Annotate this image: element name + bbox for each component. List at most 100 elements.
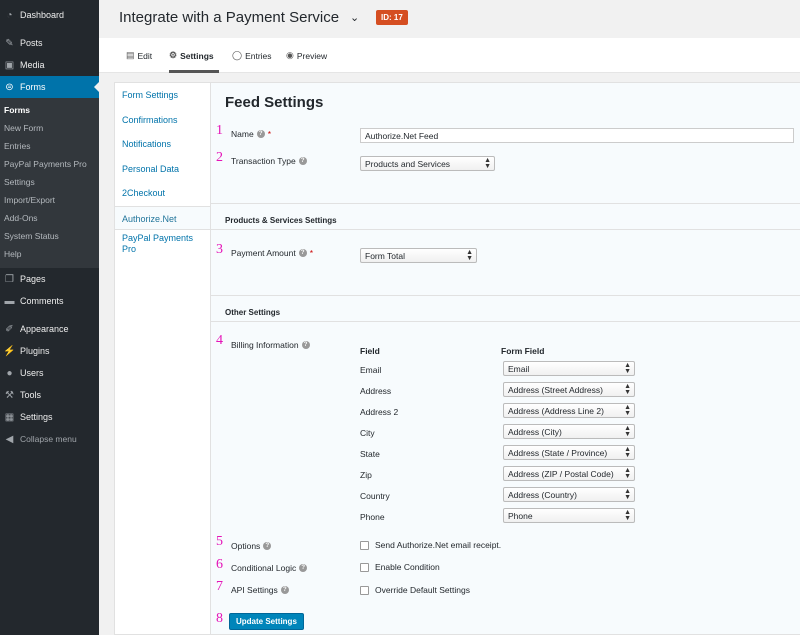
required-mark: * xyxy=(267,129,271,139)
section-other-settings: Other Settings xyxy=(225,308,281,317)
menu-tools[interactable]: ⚒ Tools xyxy=(0,384,99,406)
column-field: Field xyxy=(360,346,380,356)
required-mark: * xyxy=(309,248,314,258)
forms-icon: ⊜ xyxy=(5,81,14,93)
select-arrows-icon: ▲ ▼ xyxy=(624,509,631,522)
transaction-type-select[interactable]: Products and Services ▲ ▼ xyxy=(360,156,495,171)
billing-select-city[interactable]: Address (City) ▲ ▼ xyxy=(503,424,635,439)
submenu-help[interactable]: Help xyxy=(0,245,99,263)
chevron-down-icon[interactable]: ⌄ xyxy=(350,11,359,24)
select-arrows-icon: ▲ ▼ xyxy=(624,425,631,438)
billing-select-country[interactable]: Address (Country) ▲ ▼ xyxy=(503,487,635,502)
enable-condition-checkbox[interactable] xyxy=(360,562,369,572)
billing-select-email[interactable]: Email ▲ ▼ xyxy=(503,361,635,376)
nav-authorize-net[interactable]: Authorize.Net xyxy=(115,205,211,230)
help-icon[interactable]: ? xyxy=(301,341,310,349)
nav-form-settings[interactable]: Form Settings xyxy=(115,83,210,108)
transaction-type-label: Transaction Type? xyxy=(231,156,307,166)
menu-dashboard[interactable]: ◔ Dashboard xyxy=(0,4,99,26)
billing-select-state[interactable]: Address (State / Province) ▲ ▼ xyxy=(503,445,635,460)
menu-pages[interactable]: ❐ Pages xyxy=(0,268,99,290)
help-icon[interactable]: ? xyxy=(298,249,307,257)
gear-icon: ⚙ xyxy=(169,50,178,60)
wrench-icon: ⚒ xyxy=(5,389,14,401)
submenu-system-status[interactable]: System Status xyxy=(0,227,99,245)
help-icon[interactable]: ? xyxy=(263,542,272,550)
media-icon: ▣ xyxy=(4,59,15,71)
billing-select-phone[interactable]: Phone ▲ ▼ xyxy=(503,508,635,523)
menu-users[interactable]: ● Users xyxy=(0,362,99,384)
submenu-forms[interactable]: Forms xyxy=(0,101,99,119)
column-form-field: Form Field xyxy=(501,346,545,356)
billing-select-address[interactable]: Address (Street Address) ▲ ▼ xyxy=(503,382,635,397)
submenu-add-ons[interactable]: Add-Ons xyxy=(0,209,99,227)
page-header: Integrate with a Payment Service ⌄ ID: 1… xyxy=(99,0,800,38)
marker-1: 1 xyxy=(216,123,223,138)
edit-icon: ▤ xyxy=(126,50,135,60)
email-receipt-option[interactable]: Send Authorize.Net email receipt. xyxy=(360,540,501,550)
submenu-import-export[interactable]: Import/Export xyxy=(0,191,99,209)
nav-personal-data[interactable]: Personal Data xyxy=(115,157,210,182)
nav-paypal-payments-pro[interactable]: PayPal Payments Pro xyxy=(115,230,210,260)
form-id-badge: ID: 17 xyxy=(376,10,408,25)
toolbar-settings[interactable]: ⚙ Settings xyxy=(169,50,214,61)
nav-notifications[interactable]: Notifications xyxy=(115,132,210,157)
payment-amount-select[interactable]: Form Total ▲ ▼ xyxy=(360,248,477,263)
settings-icon: ▦ xyxy=(4,411,15,423)
menu-media[interactable]: ▣ Media xyxy=(0,54,99,76)
select-arrows-icon: ▲ ▼ xyxy=(484,157,491,170)
menu-settings[interactable]: ▦ Settings xyxy=(0,406,99,428)
select-arrows-icon: ▲ ▼ xyxy=(624,383,631,396)
users-icon: ● xyxy=(6,367,13,379)
form-title[interactable]: Integrate with a Payment Service xyxy=(119,9,339,26)
menu-forms[interactable]: ⊜ Forms xyxy=(0,76,99,98)
collapse-menu[interactable]: ◀ Collapse menu xyxy=(0,428,99,450)
submenu-entries[interactable]: Entries xyxy=(0,137,99,155)
submenu-new-form[interactable]: New Form xyxy=(0,119,99,137)
brush-icon: ✐ xyxy=(5,323,14,335)
eye-icon: ◉ xyxy=(286,50,294,60)
billing-select-address-2[interactable]: Address (Address Line 2) ▲ ▼ xyxy=(503,403,635,418)
divider xyxy=(211,229,800,230)
menu-comments[interactable]: ▬ Comments xyxy=(0,290,99,312)
select-arrows-icon: ▲ ▼ xyxy=(624,404,631,417)
menu-appearance[interactable]: ✐ Appearance xyxy=(0,318,99,340)
override-settings-option[interactable]: Override Default Settings xyxy=(360,585,470,595)
api-settings-label: API Settings? xyxy=(231,585,289,595)
forms-submenu: Forms New Form Entries PayPal Payments P… xyxy=(0,98,99,268)
marker-7: 7 xyxy=(216,579,223,594)
menu-plugins[interactable]: ⚡ Plugins xyxy=(0,340,99,362)
name-input[interactable]: Authorize.Net Feed xyxy=(360,128,794,143)
section-products-services: Products & Services Settings xyxy=(225,216,337,225)
override-settings-checkbox[interactable] xyxy=(360,585,369,595)
menu-posts[interactable]: ✎ Posts xyxy=(0,32,99,54)
select-arrows-icon: ▲ ▼ xyxy=(624,467,631,480)
toolbar-edit[interactable]: ▤ Edit xyxy=(126,50,152,61)
help-icon[interactable]: ? xyxy=(280,586,289,594)
billing-field-country: Country xyxy=(360,491,390,501)
page-title: Feed Settings xyxy=(225,94,324,111)
email-receipt-checkbox[interactable] xyxy=(360,540,369,550)
toolbar-entries[interactable]: ◯ Entries xyxy=(232,50,272,61)
pin-icon: ✎ xyxy=(5,37,14,49)
toolbar-preview[interactable]: ◉ Preview xyxy=(286,50,327,61)
submenu-paypal-payments-pro[interactable]: PayPal Payments Pro xyxy=(0,155,99,173)
help-icon[interactable]: ? xyxy=(298,157,307,165)
comments-icon: ▬ xyxy=(4,295,15,307)
nav-2checkout[interactable]: 2Checkout xyxy=(115,181,210,206)
marker-8: 8 xyxy=(216,611,223,626)
payment-amount-label: Payment Amount? * xyxy=(231,248,314,258)
billing-select-zip[interactable]: Address (ZIP / Postal Code) ▲ ▼ xyxy=(503,466,635,481)
help-icon[interactable]: ? xyxy=(256,130,265,138)
help-icon[interactable]: ? xyxy=(299,564,308,572)
billing-field-phone: Phone xyxy=(360,512,385,522)
dashboard-icon: ◔ xyxy=(6,9,13,21)
plug-icon: ⚡ xyxy=(3,345,16,357)
billing-field-address-2: Address 2 xyxy=(360,407,399,417)
marker-2: 2 xyxy=(216,150,223,165)
nav-confirmations[interactable]: Confirmations xyxy=(115,108,210,133)
enable-condition-option[interactable]: Enable Condition xyxy=(360,562,440,572)
submenu-settings[interactable]: Settings xyxy=(0,173,99,191)
settings-nav: Form Settings Confirmations Notification… xyxy=(114,82,211,635)
update-settings-button[interactable]: Update Settings xyxy=(229,613,304,630)
